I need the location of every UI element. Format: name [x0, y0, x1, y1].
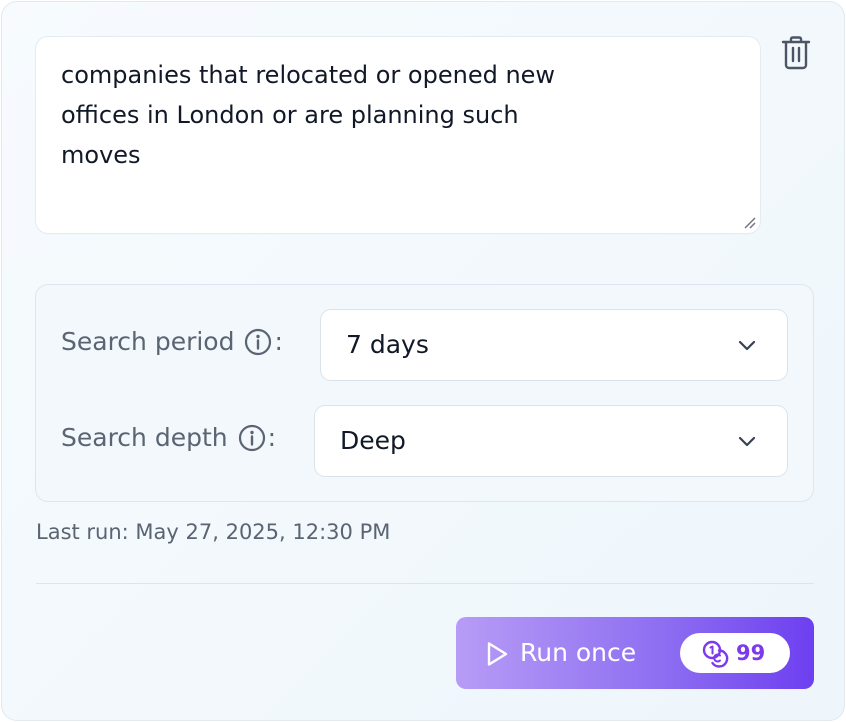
chevron-down-icon	[738, 436, 756, 447]
credit-cost-badge: 99	[680, 633, 790, 673]
search-period-colon: :	[274, 327, 283, 356]
query-card: companies that relocated or opened new o…	[1, 1, 845, 721]
trash-icon[interactable]	[781, 36, 811, 70]
query-text[interactable]: companies that relocated or opened new o…	[61, 55, 701, 175]
search-depth-label-group: Search depth :	[61, 423, 276, 452]
play-icon	[487, 642, 508, 666]
search-depth-select[interactable]: Deep	[315, 406, 787, 476]
info-icon[interactable]	[244, 328, 272, 356]
chevron-down-icon	[738, 340, 756, 351]
search-period-value: 7 days	[346, 330, 429, 359]
info-icon[interactable]	[238, 424, 266, 452]
search-depth-value: Deep	[340, 426, 406, 455]
resize-grip-icon[interactable]	[742, 215, 756, 229]
credit-count: 99	[736, 641, 766, 665]
search-settings-panel: Search period : 7 days Search depth : De…	[36, 285, 813, 501]
search-depth-label: Search depth	[61, 423, 228, 452]
last-run-text: Last run: May 27, 2025, 12:30 PM	[36, 520, 391, 544]
search-period-label-group: Search period :	[61, 327, 283, 356]
query-textarea[interactable]: companies that relocated or opened new o…	[36, 37, 760, 233]
search-depth-colon: :	[267, 423, 277, 452]
search-period-label: Search period	[61, 327, 235, 356]
divider	[36, 583, 814, 584]
run-once-label: Run once	[520, 638, 637, 667]
search-period-select[interactable]: 7 days	[321, 310, 787, 380]
run-once-button[interactable]: Run once 99	[456, 617, 814, 689]
coins-icon	[702, 640, 729, 668]
